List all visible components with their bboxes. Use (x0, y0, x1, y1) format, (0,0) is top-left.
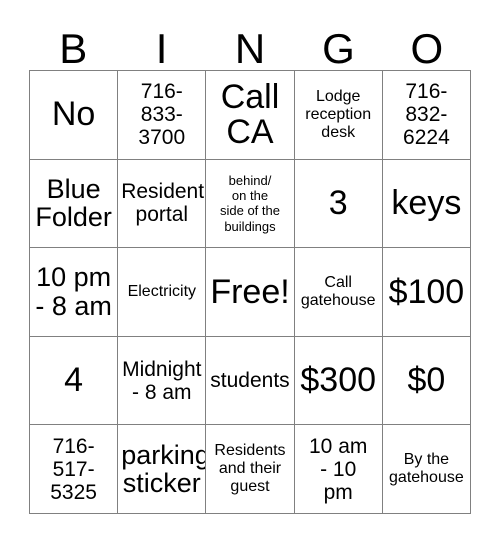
bingo-header-row: BINGO (29, 18, 471, 70)
bingo-header-letter-g: G (322, 25, 355, 72)
bingo-square[interactable]: Resident portal (118, 159, 207, 249)
bingo-square-label: 10 pm - 8 am (35, 262, 112, 321)
bingo-square[interactable]: 3 (294, 159, 383, 249)
bingo-square-label: students (210, 369, 290, 393)
bingo-square-label: Lodge reception desk (305, 87, 372, 141)
bingo-square-label: $100 (388, 272, 465, 311)
bingo-square[interactable]: Blue Folder (30, 159, 119, 249)
bingo-square[interactable]: Call gatehouse (294, 248, 383, 337)
bingo-square-label: Call gatehouse (300, 274, 376, 309)
bingo-square-label: 716- 833- 3700 (138, 80, 186, 150)
bingo-square[interactable]: 716- 832- 6224 (382, 71, 471, 160)
bingo-grid: No 716- 833- 3700 Call CA Lodge reception d… (29, 70, 471, 514)
bingo-free-square[interactable]: Free! (206, 248, 295, 337)
bingo-square[interactable]: 10 am - 10 pm (294, 425, 383, 514)
bingo-header-letter-n: N (234, 25, 266, 72)
bingo-square[interactable]: $300 (294, 336, 383, 426)
bingo-square-label: 4 (64, 361, 84, 400)
bingo-square-label: parking sticker (121, 439, 207, 499)
bingo-header-letter-o: O (410, 25, 444, 72)
bingo-square[interactable]: $100 (382, 248, 471, 337)
bingo-square-label: Free! (210, 272, 290, 311)
bingo-square-label: 10 am - 10 pm (309, 434, 368, 504)
bingo-square-label: $0 (407, 361, 446, 400)
bingo-square-label: Call CA (220, 78, 280, 151)
bingo-square[interactable]: Midnight - 8 am (118, 336, 207, 426)
bingo-square-label: By the gatehouse (389, 451, 464, 487)
bingo-square-label: 3 (328, 184, 348, 223)
bingo-square-label: keys (391, 184, 462, 223)
bingo-square[interactable]: Electricity (118, 248, 207, 337)
bingo-square[interactable]: keys (382, 159, 471, 249)
bingo-square[interactable]: 4 (30, 336, 119, 426)
bingo-square[interactable]: $0 (382, 336, 471, 426)
bingo-square[interactable]: 10 pm - 8 am (30, 248, 119, 337)
bingo-square[interactable]: No (30, 71, 119, 160)
bingo-square[interactable]: 716- 517- 5325 (30, 425, 119, 514)
bingo-square[interactable]: Residents and their guest (206, 425, 295, 514)
bingo-square[interactable]: behind/ on the side of the buildings (206, 159, 295, 249)
bingo-square[interactable]: By the gatehouse (382, 425, 471, 514)
bingo-square[interactable]: students (206, 336, 295, 426)
bingo-card: B I N G O No 716- 833- 3700 Call CA Lodge recep… (0, 0, 500, 544)
bingo-square-label: Blue Folder (35, 173, 112, 233)
bingo-square-label: Electricity (127, 283, 197, 301)
bingo-header-letter-b: B (59, 25, 88, 72)
bingo-square-label: Resident portal (121, 180, 205, 227)
bingo-square-label: $300 (300, 361, 377, 400)
bingo-square[interactable]: parking sticker (118, 425, 207, 514)
bingo-square-label: Midnight - 8 am (122, 357, 202, 404)
bingo-square[interactable]: 716- 833- 3700 (118, 71, 207, 160)
bingo-square-label: 716- 517- 5325 (50, 434, 97, 504)
bingo-square-label: No (51, 95, 96, 134)
bingo-square-label: Residents and their guest (214, 442, 286, 496)
bingo-square[interactable]: Lodge reception desk (294, 71, 383, 160)
bingo-square[interactable]: Call CA (206, 71, 295, 160)
bingo-square-label: behind/ on the side of the buildings (219, 172, 280, 234)
bingo-header-letter-i: I (155, 25, 168, 72)
bingo-square-label: 716- 832- 6224 (403, 80, 450, 150)
